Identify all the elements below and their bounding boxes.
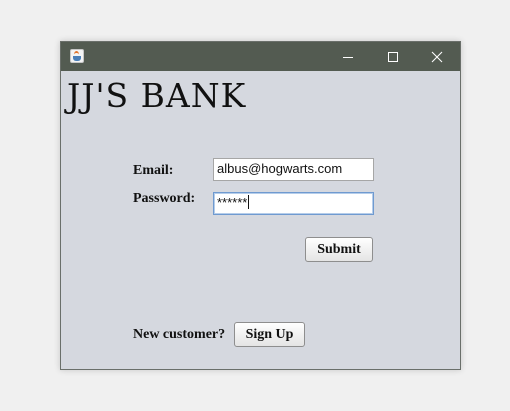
- minimize-icon: [343, 57, 353, 58]
- email-value: albus@hogwarts.com: [217, 161, 343, 176]
- close-button[interactable]: [414, 42, 460, 71]
- app-window: JJ'S BANK Email: albus@hogwarts.com Pass…: [60, 41, 461, 370]
- text-caret: [248, 195, 250, 209]
- close-icon: [431, 51, 443, 63]
- minimize-button[interactable]: [325, 42, 371, 71]
- sign-up-button[interactable]: Sign Up: [234, 322, 305, 347]
- login-panel: JJ'S BANK Email: albus@hogwarts.com Pass…: [61, 71, 460, 369]
- maximize-button[interactable]: [370, 42, 416, 71]
- submit-button[interactable]: Submit: [305, 237, 373, 262]
- java-coffee-cup-icon[interactable]: [70, 49, 84, 63]
- email-field[interactable]: albus@hogwarts.com: [213, 158, 374, 181]
- bank-title: JJ'S BANK: [67, 76, 247, 115]
- password-field[interactable]: ******: [213, 192, 374, 215]
- maximize-icon: [388, 52, 398, 62]
- email-label: Email:: [133, 163, 174, 178]
- title-bar[interactable]: [61, 42, 460, 71]
- password-value: ******: [217, 195, 248, 210]
- password-label: Password:: [133, 191, 196, 206]
- new-customer-label: New customer?: [133, 327, 226, 342]
